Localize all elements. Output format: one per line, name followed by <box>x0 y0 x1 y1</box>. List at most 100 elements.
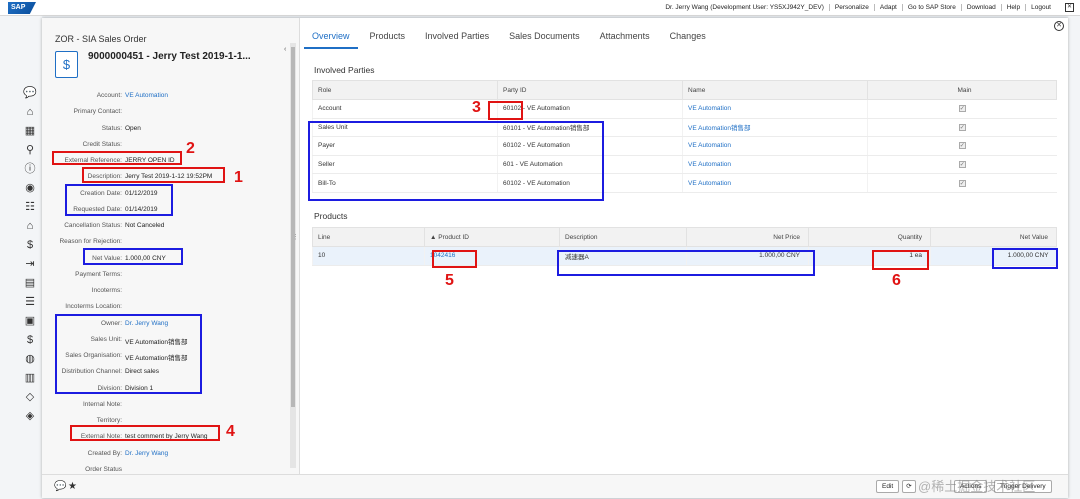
field-label: Internal Note: <box>82 400 122 408</box>
window-close-icon[interactable]: ✕ <box>1065 3 1074 12</box>
tab-involved-parties[interactable]: Involved Parties <box>417 28 497 49</box>
personalize-link[interactable]: Personalize <box>828 4 874 11</box>
report-icon[interactable]: ▥ <box>23 371 37 385</box>
field-label: Incoterms: <box>91 287 122 294</box>
chat-icon[interactable]: 💬 <box>54 481 66 492</box>
name-link[interactable]: VE Automation <box>682 173 868 193</box>
header-field: Account: VE Automation <box>42 88 292 104</box>
adapt-link[interactable]: Adapt <box>873 4 902 11</box>
annotation-number-5: 5 <box>445 272 454 289</box>
field-label: Incoterms Location: <box>65 303 122 311</box>
name-link[interactable]: VE Automation销售部 <box>682 118 868 138</box>
name-link[interactable]: VE Automation <box>682 155 868 175</box>
alert-icon[interactable]: ⓘ <box>23 162 37 176</box>
main-cell: ✓ <box>867 118 1057 138</box>
name-link[interactable]: VE Automation <box>682 136 868 156</box>
main-checkbox[interactable]: ✓ <box>958 179 966 187</box>
splitter-handle[interactable]: ⋮ <box>292 233 299 241</box>
header-field: Primary Contact: <box>42 104 292 120</box>
user-name[interactable]: Dr. Jerry Wang (Development User: YS5XJ9… <box>660 4 829 11</box>
name-link[interactable]: VE Automation <box>682 99 868 119</box>
watermark: @稀土掘金技术社区 <box>918 479 1036 494</box>
people-list-icon[interactable]: ☷ <box>23 200 37 214</box>
col-net-price[interactable]: Net Price <box>686 227 809 247</box>
tab-changes[interactable]: Changes <box>662 28 714 49</box>
dialog-footer: 💬 ★ Edit ⟳ Actions Trigger Delivery <box>42 474 1068 498</box>
party-name: - VE Automation <box>521 105 570 113</box>
main-cell: ✓ <box>867 99 1057 119</box>
main-cell: ✓ <box>867 155 1057 175</box>
tab-bar: Overview Products Involved Parties Sales… <box>304 28 718 49</box>
search-icon[interactable]: ⚲ <box>23 143 37 157</box>
annotation-box-organization <box>55 314 202 394</box>
order-type: ZOR - SIA Sales Order <box>55 34 147 44</box>
content-area: Overview Products Involved Parties Sales… <box>304 18 1064 474</box>
logout-link[interactable]: Logout <box>1025 4 1056 11</box>
package-icon[interactable]: ◈ <box>23 409 37 423</box>
tab-products[interactable]: Products <box>362 28 414 49</box>
building-icon[interactable]: ⌂ <box>23 219 37 233</box>
order-icon[interactable]: ▣ <box>23 314 37 328</box>
main-checkbox[interactable]: ✓ <box>958 161 966 169</box>
globe-icon[interactable]: ◍ <box>23 352 37 366</box>
header-field: Order Status <box>42 462 292 474</box>
app-sidebar: 💬 ⌂ ▦ ⚲ ⓘ ◉ ☷ ⌂ $ ⇥ ▤ ☰ ▣ $ ◍ ▥ ◇ ◈ <box>0 16 42 499</box>
col-line[interactable]: Line <box>312 227 425 247</box>
annotation-box-product-id <box>432 250 477 268</box>
main-checkbox[interactable]: ✓ <box>958 123 966 131</box>
main-cell: ✓ <box>867 173 1057 193</box>
transfer-icon[interactable]: ⇥ <box>23 257 37 271</box>
shell-nav: Dr. Jerry Wang (Development User: YS5XJ9… <box>660 4 1056 11</box>
annotation-number-3: 3 <box>472 99 481 116</box>
sort-icon: ▲ <box>430 233 439 241</box>
sap-store-link[interactable]: Go to SAP Store <box>901 4 961 11</box>
col-main[interactable]: Main <box>867 80 1057 100</box>
chat-icon[interactable]: 💬 <box>23 86 37 100</box>
box-icon[interactable]: ◇ <box>23 390 37 404</box>
field-label: Status: <box>101 124 122 132</box>
col-net-value[interactable]: Net Value <box>930 227 1057 247</box>
field-value[interactable]: VE Automation <box>125 92 168 99</box>
collapse-left-icon[interactable]: ‹ <box>284 46 286 53</box>
col-product-id[interactable]: ▲ Product ID <box>424 227 560 247</box>
money-icon[interactable]: $ <box>23 238 37 252</box>
list-icon[interactable]: ☰ <box>23 295 37 309</box>
field-label: Primary Contact: <box>73 108 122 116</box>
tab-overview[interactable]: Overview <box>304 28 358 49</box>
col-party-id[interactable]: Party ID <box>497 80 683 100</box>
main-cell: ✓ <box>867 136 1057 156</box>
annotation-box-external-note <box>70 425 220 441</box>
main-checkbox[interactable]: ✓ <box>958 105 966 113</box>
header-field: Cancellation Status: Not Canceled <box>42 218 292 234</box>
field-value[interactable]: Dr. Jerry Wang <box>125 450 168 457</box>
col-role[interactable]: Role <box>312 80 498 100</box>
header-scrollbar[interactable] <box>290 43 296 468</box>
annotation-box-description-price <box>557 250 815 276</box>
home-icon[interactable]: ⌂ <box>23 105 37 119</box>
field-label: Payment Terms: <box>75 270 122 278</box>
person-icon[interactable]: ◉ <box>23 181 37 195</box>
tab-sales-documents[interactable]: Sales Documents <box>501 28 588 49</box>
help-link[interactable]: Help <box>1000 4 1025 11</box>
annotation-box-net-value-col <box>992 248 1058 269</box>
download-link[interactable]: Download <box>960 4 1001 11</box>
field-label: Reason for Rejection: <box>59 238 122 246</box>
tab-attachments[interactable]: Attachments <box>592 28 658 49</box>
header-fields: Account: VE Automation Primary Contact: Sta… <box>42 88 292 474</box>
invoice-icon[interactable]: $ <box>23 333 37 347</box>
document-icon[interactable]: ▤ <box>23 276 37 290</box>
refresh-icon[interactable]: ⟳ <box>902 480 916 493</box>
table-row[interactable]: Account 60102 - VE Automation VE Automatio… <box>312 99 1057 119</box>
background-strip <box>1068 16 1080 499</box>
main-checkbox[interactable]: ✓ <box>958 142 966 150</box>
field-label: Account: <box>96 92 122 99</box>
edit-button[interactable]: Edit <box>876 480 900 493</box>
favorite-star-icon[interactable]: ★ <box>68 481 77 492</box>
col-quantity[interactable]: Quantity <box>808 227 931 247</box>
annotation-box-quantity <box>872 250 929 270</box>
annotation-box-external-reference <box>52 151 182 165</box>
calendar-icon[interactable]: ▦ <box>23 124 37 138</box>
header-field: Incoterms: <box>42 283 292 299</box>
col-name[interactable]: Name <box>682 80 868 100</box>
col-description[interactable]: Description <box>559 227 687 247</box>
